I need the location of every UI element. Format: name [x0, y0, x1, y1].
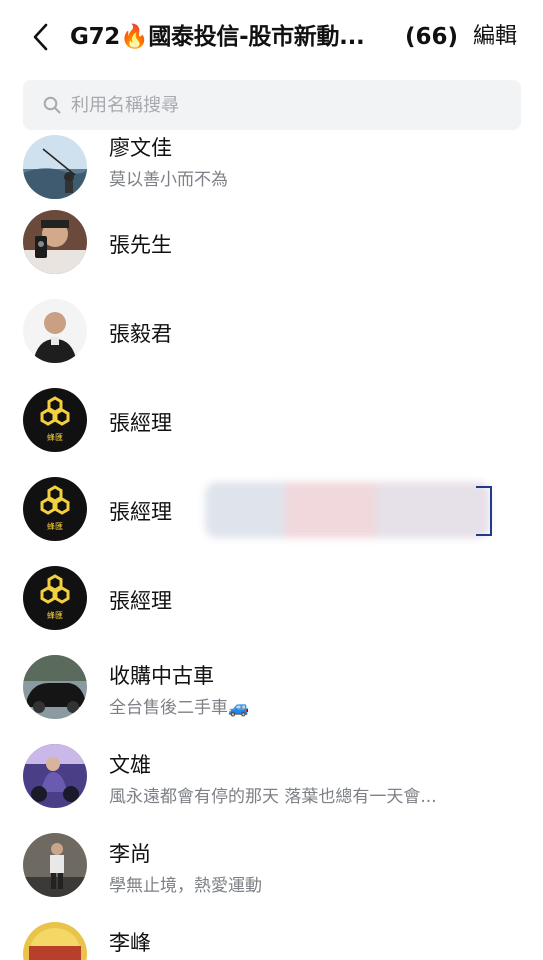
member-name: 張毅君 [109, 322, 172, 346]
top-bar: G72🔥國泰投信-股市新動... (66) 編輯 [0, 0, 543, 74]
logo-text: 蜂匯 [47, 610, 63, 620]
avatar [23, 655, 87, 719]
member-name: 廖文佳 [109, 136, 172, 160]
member-row[interactable]: 李尚 學無止境，熱愛運動 [0, 820, 543, 909]
member-name: 張經理 [109, 589, 172, 613]
chevron-left-icon [33, 23, 48, 51]
avatar [23, 744, 87, 808]
member-status: 全台售後二手車🚙 [109, 698, 250, 718]
redaction-overlay [205, 482, 490, 538]
avatar [23, 833, 87, 897]
logo-text: 蜂匯 [47, 432, 63, 442]
redaction-edge [476, 486, 492, 536]
member-row[interactable]: 蜂匯 張經理 [0, 375, 543, 464]
search-input[interactable] [69, 93, 493, 117]
honeycomb-logo: 蜂匯 [23, 566, 87, 630]
member-row[interactable]: 張先生 [0, 197, 543, 286]
member-name: 收購中古車 [109, 664, 214, 688]
back-button[interactable] [26, 22, 56, 52]
logo-text: 蜂匯 [47, 521, 63, 531]
member-row[interactable]: 張毅君 [0, 286, 543, 375]
member-name: 張經理 [109, 411, 172, 435]
member-row[interactable]: 收購中古車 全台售後二手車🚙 [0, 642, 543, 731]
avatar [23, 210, 87, 274]
honeycomb-logo: 蜂匯 [23, 388, 87, 452]
search-icon [43, 96, 61, 114]
group-title: G72🔥國泰投信-股市新動... [70, 24, 365, 50]
member-row[interactable]: 文雄 風永遠都會有停的那天 落葉也總有一天會... [0, 731, 543, 820]
member-status: 風永遠都會有停的那天 落葉也總有一天會... [109, 787, 437, 807]
edit-button[interactable]: 編輯 [473, 20, 517, 54]
member-row[interactable]: 蜂匯 張經理 [0, 553, 543, 642]
search-bar[interactable] [23, 80, 521, 130]
member-name: 張先生 [109, 233, 172, 257]
member-name: 文雄 [109, 753, 151, 777]
member-name: 李尚 [109, 842, 151, 866]
member-count: (66) [405, 24, 459, 50]
honeycomb-logo: 蜂匯 [23, 477, 87, 541]
avatar [23, 299, 87, 363]
member-status: 莫以善小而不為 [109, 170, 228, 190]
member-row[interactable]: 李峰 [0, 909, 543, 960]
member-name: 李峰 [109, 931, 151, 955]
member-name: 張經理 [109, 500, 172, 524]
gold-badge-logo [23, 922, 87, 960]
member-status: 學無止境，熱愛運動 [109, 876, 262, 896]
member-list: 廖文佳 莫以善小而不為 張先生 張毅君 蜂匯 張經理 蜂匯 張經理 蜂匯 張經理… [0, 134, 543, 960]
avatar [23, 135, 87, 199]
